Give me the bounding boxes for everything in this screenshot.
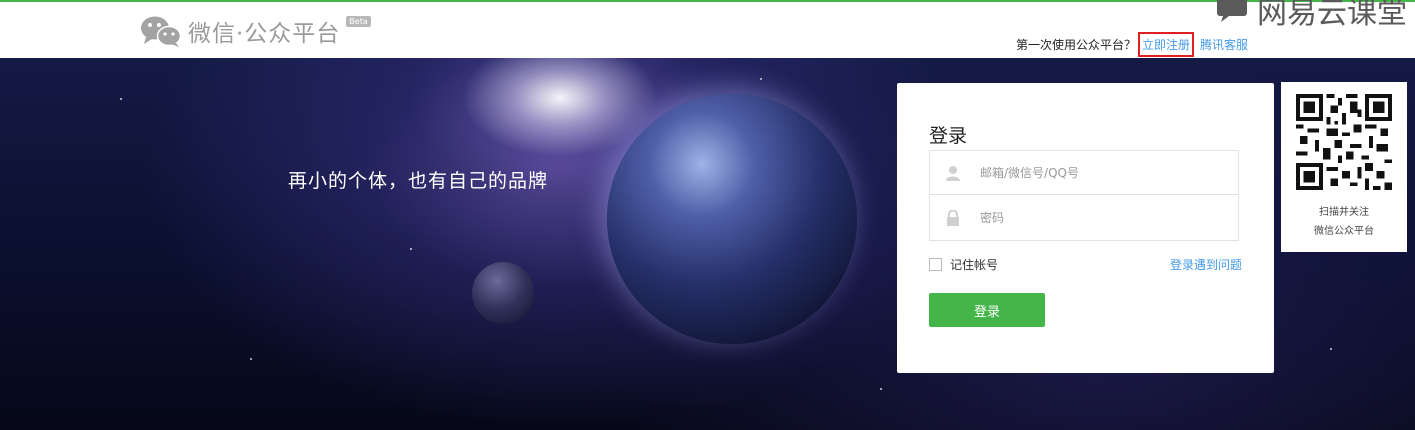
star <box>120 98 122 100</box>
watermark: 网易云课堂 <box>1215 0 1407 32</box>
star <box>1330 348 1332 350</box>
header-links: 第一次使用公众平台？ 立即注册 腾讯客服 <box>1016 32 1248 57</box>
username-field[interactable] <box>929 150 1239 195</box>
qr-panel: 扫描并关注 微信公众平台 <box>1281 82 1407 252</box>
login-title: 登录 <box>929 125 968 147</box>
small-planet-image <box>472 262 534 324</box>
beta-badge: Beta <box>346 15 371 27</box>
customer-service-link[interactable]: 腾讯客服 <box>1200 36 1248 53</box>
star <box>760 78 762 80</box>
hero-banner: 再小的个体，也有自己的品牌 登录 记住帐号 <box>0 58 1415 430</box>
logo[interactable]: 微信·公众平台 Beta <box>140 14 371 48</box>
login-button[interactable]: 登录 <box>929 293 1045 327</box>
lock-icon <box>946 209 960 226</box>
username-input[interactable] <box>978 164 1222 181</box>
password-field[interactable] <box>929 196 1239 241</box>
star <box>880 388 882 390</box>
chat-bubble-icon <box>1215 0 1249 26</box>
user-icon <box>946 165 960 181</box>
watermark-text: 网易云课堂 <box>1257 0 1407 31</box>
password-input[interactable] <box>978 210 1222 226</box>
qr-code-icon <box>1296 94 1392 190</box>
qr-caption-line2: 微信公众平台 <box>1314 226 1374 237</box>
logo-text: 微信·公众平台 <box>188 21 341 47</box>
remember-account[interactable]: 记住帐号 <box>929 256 998 273</box>
large-planet-image <box>607 94 857 344</box>
star <box>250 358 252 360</box>
qr-caption-line1: 扫描并关注 <box>1319 207 1369 218</box>
remember-label: 记住帐号 <box>950 258 999 272</box>
slogan: 再小的个体，也有自己的品牌 <box>288 170 549 192</box>
wechat-logo-icon <box>140 14 182 48</box>
header: 微信·公众平台 Beta 网易云课堂 第一次使用公众平台？ 立即注册 腾讯客服 <box>0 0 1415 58</box>
star <box>410 248 412 250</box>
login-panel: 登录 记住帐号 登录遇到问题 登录 <box>897 83 1274 373</box>
register-link[interactable]: 立即注册 <box>1138 32 1195 57</box>
remember-checkbox[interactable] <box>929 258 942 271</box>
login-help-link[interactable]: 登录遇到问题 <box>1170 256 1242 273</box>
first-time-text: 第一次使用公众平台？ <box>1016 38 1137 52</box>
